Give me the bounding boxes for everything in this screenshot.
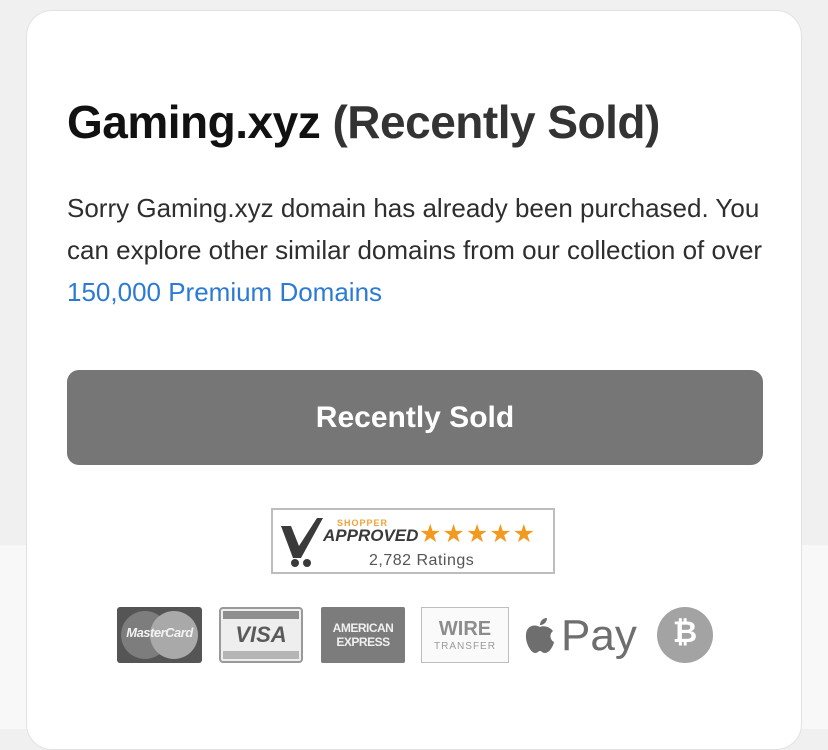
wire-label-1: WIRE: [438, 618, 492, 640]
description-text: Sorry Gaming.xyz domain has already been…: [67, 193, 763, 265]
apple-pay-icon: Pay: [521, 607, 639, 663]
domain-card: Gaming.xyz (Recently Sold) Sorry Gaming.…: [26, 10, 802, 750]
apple-pay-label: Pay: [561, 611, 637, 660]
visa-icon: VISA: [219, 607, 303, 663]
amex-icon: AMERICAN EXPRESS: [321, 607, 405, 663]
title-status: (Recently Sold): [332, 96, 660, 148]
shopper-approved-badge[interactable]: SHOPPER APPROVED ★★★★★ 2,782 Ratings: [271, 508, 555, 574]
shopper-brand: APPROVED: [323, 526, 419, 545]
bitcoin-symbol: ₿: [672, 616, 698, 649]
wire-transfer-icon: WIRE TRANSFER: [421, 607, 509, 663]
amex-label-2: EXPRESS: [336, 635, 390, 649]
recently-sold-button[interactable]: Recently Sold: [67, 370, 763, 465]
ratings-count: 2,782 Ratings: [369, 552, 475, 569]
rating-stars-icon: ★★★★★: [419, 520, 537, 548]
mastercard-icon: MasterCard: [117, 607, 202, 663]
bitcoin-icon: ₿: [657, 607, 713, 663]
premium-domains-link[interactable]: 150,000 Premium Domains: [67, 277, 382, 307]
mastercard-label: MasterCard: [126, 625, 193, 640]
apple-logo-icon: [525, 618, 554, 653]
amex-label-1: AMERICAN: [332, 621, 394, 635]
title-domain: Gaming.xyz: [67, 96, 321, 148]
page-title: Gaming.xyz (Recently Sold): [67, 95, 660, 149]
visa-label: VISA: [235, 622, 287, 647]
sold-description: Sorry Gaming.xyz domain has already been…: [67, 187, 777, 313]
wire-label-2: TRANSFER: [434, 641, 496, 652]
checkmark-icon: [281, 518, 323, 567]
